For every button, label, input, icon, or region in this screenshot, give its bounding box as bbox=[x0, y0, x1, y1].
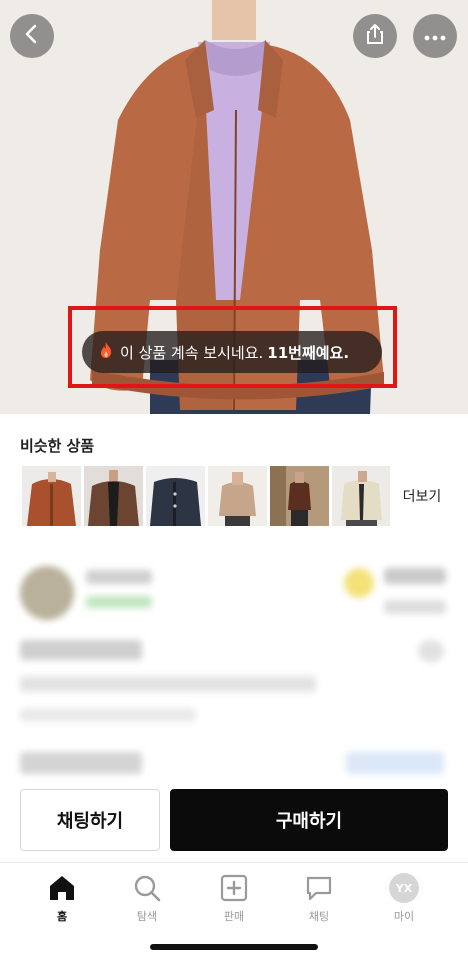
view-count-toast: 이 상품 계속 보시네요. 11번째예요. bbox=[82, 331, 382, 373]
similar-thumb-brown-jacket[interactable] bbox=[84, 466, 143, 526]
search-icon bbox=[130, 871, 164, 905]
tab-sell-label: 판매 bbox=[223, 910, 245, 923]
plus-square-icon bbox=[217, 871, 251, 905]
similar-thumb-cream-jacket[interactable] bbox=[332, 466, 391, 526]
share-button[interactable] bbox=[353, 14, 397, 58]
chat-button[interactable]: 채팅하기 bbox=[20, 789, 160, 851]
tab-home[interactable]: 홈 bbox=[27, 871, 97, 931]
similar-thumb-navy-jacket[interactable] bbox=[146, 466, 205, 526]
chat-bubble-icon bbox=[302, 871, 336, 905]
fire-icon bbox=[98, 341, 114, 363]
similar-thumb-beige-jacket[interactable] bbox=[208, 466, 267, 526]
more-options-button[interactable] bbox=[413, 14, 457, 58]
similar-products-list bbox=[22, 466, 391, 526]
toast-count: 11번째예요. bbox=[267, 343, 350, 362]
avatar-icon: YX bbox=[387, 871, 421, 905]
similar-thumb-rust-jacket[interactable] bbox=[22, 466, 81, 526]
more-dots-icon bbox=[423, 27, 447, 46]
tab-home-label: 홈 bbox=[56, 910, 68, 923]
buy-button[interactable]: 구매하기 bbox=[170, 789, 448, 851]
tab-sell[interactable]: 판매 bbox=[199, 871, 269, 931]
chevron-left-icon bbox=[21, 23, 43, 49]
home-icon bbox=[45, 871, 79, 905]
similar-thumb-brown-outfit[interactable] bbox=[270, 466, 329, 526]
home-indicator bbox=[150, 944, 318, 950]
back-button[interactable] bbox=[10, 14, 54, 58]
similar-more-link[interactable]: 더보기 bbox=[390, 466, 454, 526]
tab-search[interactable]: 탐색 bbox=[112, 871, 182, 931]
tab-my[interactable]: YX 마이 bbox=[369, 871, 439, 931]
tab-my-label: 마이 bbox=[393, 910, 415, 923]
similar-products-title: 비슷한 상품 bbox=[20, 437, 95, 455]
tab-chat[interactable]: 채팅 bbox=[284, 871, 354, 931]
blurred-product-info bbox=[0, 540, 468, 790]
tab-search-label: 탐색 bbox=[136, 910, 158, 923]
avatar-initials: YX bbox=[389, 873, 419, 903]
share-icon bbox=[363, 22, 387, 50]
tab-chat-label: 채팅 bbox=[308, 910, 330, 923]
toast-text: 이 상품 계속 보시네요. bbox=[120, 343, 264, 362]
